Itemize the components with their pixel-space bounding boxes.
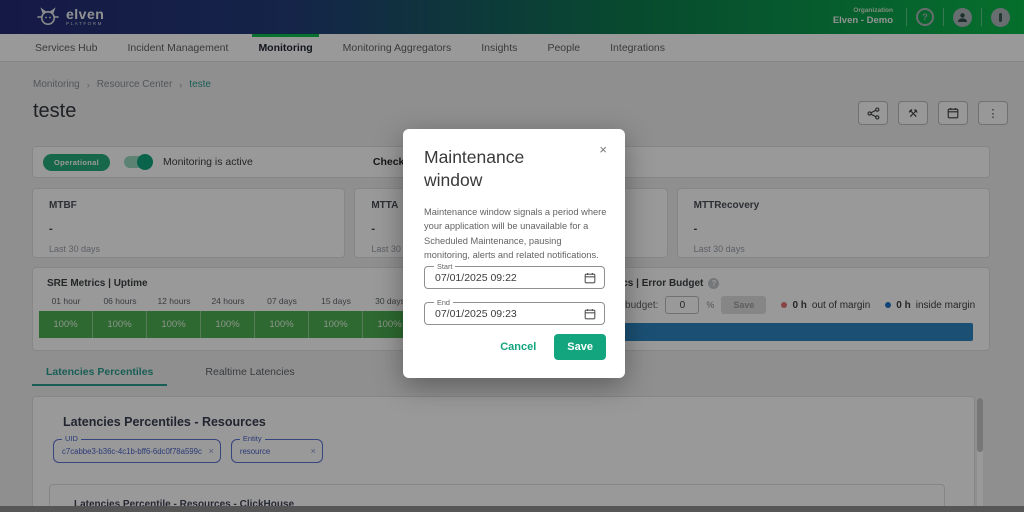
end-datetime-input[interactable] [435,303,570,324]
maintenance-window-modal: × Maintenance window Maintenance window … [403,129,625,378]
modal-actions: Cancel Save [500,334,606,360]
cancel-button[interactable]: Cancel [500,341,536,353]
app-screen: elven PLATFORM Organization Elven - Demo… [0,0,1024,512]
close-icon[interactable]: × [599,143,607,156]
start-datetime-input[interactable] [435,267,570,288]
calendar-icon[interactable] [584,272,596,284]
end-datetime-field[interactable]: End [424,302,605,325]
save-button[interactable]: Save [554,334,606,360]
start-datetime-field[interactable]: Start [424,266,605,289]
modal-title: Maintenance window [424,146,574,192]
calendar-icon[interactable] [584,308,596,320]
modal-description: Maintenance window signals a period wher… [424,205,608,263]
